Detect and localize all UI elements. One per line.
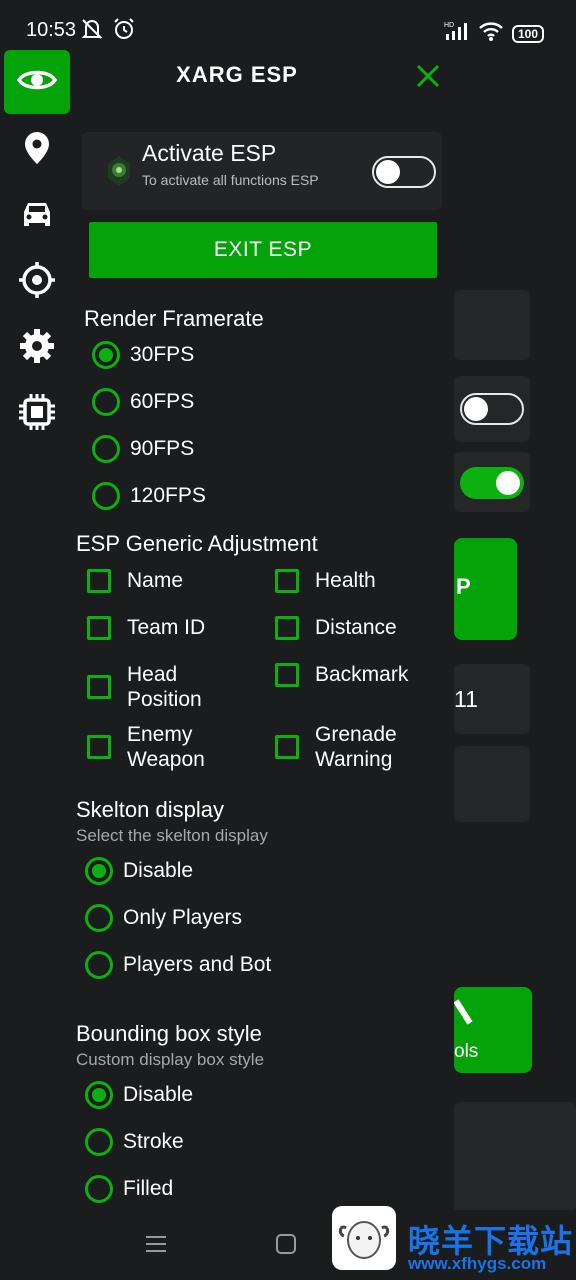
checkbox-grenade-warning[interactable]: Grenade Warning bbox=[275, 722, 415, 772]
exit-esp-button[interactable]: EXIT ESP bbox=[89, 222, 437, 278]
signal-icon: HD bbox=[444, 20, 470, 47]
mute-icon bbox=[80, 17, 104, 46]
bg-card bbox=[454, 746, 530, 822]
skelton-option-players-and-bot[interactable]: Players and Bot bbox=[85, 951, 271, 979]
esp-generic-title: ESP Generic Adjustment bbox=[76, 531, 318, 556]
fps-option-90[interactable]: 90FPS bbox=[92, 435, 194, 463]
menu-nav-button[interactable] bbox=[144, 1232, 168, 1261]
sheep-logo-icon bbox=[332, 1206, 396, 1270]
activate-esp-card: Activate ESP To activate all functions E… bbox=[82, 132, 442, 210]
battery-indicator: 100 bbox=[511, 24, 544, 43]
skelton-subtitle: Select the skelton display bbox=[76, 826, 268, 845]
checkbox-team-id[interactable]: Team ID bbox=[87, 615, 205, 640]
rail-esp[interactable] bbox=[4, 50, 70, 114]
home-nav-button[interactable] bbox=[274, 1232, 298, 1261]
box-option-stroke[interactable]: Stroke bbox=[85, 1128, 184, 1156]
bg-toggle-off bbox=[460, 393, 524, 425]
render-framerate-title: Render Framerate bbox=[84, 306, 264, 331]
activate-esp-toggle[interactable] bbox=[372, 156, 436, 188]
bg-tools-button: ols bbox=[454, 987, 532, 1073]
bg-card: 11 bbox=[454, 664, 530, 734]
status-time: 10:53 bbox=[26, 19, 77, 41]
background-app: P 11 ols bbox=[454, 290, 576, 1280]
skelton-option-disable[interactable]: Disable bbox=[85, 857, 193, 885]
bounding-box-title: Bounding box style bbox=[76, 1021, 262, 1046]
fps-option-120[interactable]: 120FPS bbox=[92, 482, 206, 510]
checkbox-name[interactable]: Name bbox=[87, 568, 183, 593]
close-button[interactable] bbox=[414, 62, 442, 90]
skelton-option-only-players[interactable]: Only Players bbox=[85, 904, 242, 932]
hd-label: HD bbox=[444, 22, 454, 29]
menu-icon bbox=[146, 1236, 166, 1252]
wifi-icon bbox=[478, 20, 504, 47]
bg-toggle-on bbox=[460, 467, 524, 499]
battery-level: 100 bbox=[517, 26, 538, 41]
bg-green-button: P bbox=[454, 538, 517, 640]
bg-card-number: 11 bbox=[454, 686, 478, 712]
checkbox-distance[interactable]: Distance bbox=[275, 615, 397, 640]
fps-option-60[interactable]: 60FPS bbox=[92, 388, 194, 416]
rail-location[interactable] bbox=[4, 118, 70, 182]
checkbox-health[interactable]: Health bbox=[275, 568, 376, 593]
bg-button-text: P bbox=[456, 574, 471, 599]
checkbox-head-position[interactable]: Head Position bbox=[87, 662, 227, 712]
bg-tools-text: ols bbox=[454, 1041, 479, 1062]
chip-icon bbox=[18, 393, 56, 436]
watermark: 晓羊下载站 www.xfhygs.com bbox=[330, 1202, 576, 1280]
checkbox-enemy-weapon[interactable]: Enemy Weapon bbox=[87, 722, 227, 772]
rail-settings[interactable] bbox=[4, 316, 70, 380]
home-icon bbox=[276, 1234, 296, 1254]
box-option-filled[interactable]: Filled bbox=[85, 1175, 173, 1203]
location-pin-icon bbox=[21, 130, 53, 171]
car-icon bbox=[19, 199, 55, 234]
bg-card bbox=[454, 1102, 576, 1212]
esp-logo-icon bbox=[104, 154, 134, 188]
esp-panel: XARG ESP Activate ESP To activate all fu… bbox=[72, 50, 454, 1210]
alarm-icon bbox=[112, 17, 136, 46]
skelton-title: Skelton display bbox=[76, 797, 224, 822]
checkbox-backmark[interactable]: Backmark bbox=[275, 662, 408, 687]
watermark-url: www.xfhygs.com bbox=[408, 1254, 547, 1273]
rail-aim[interactable] bbox=[4, 250, 70, 314]
rail-memory[interactable] bbox=[4, 382, 70, 446]
panel-title: XARG ESP bbox=[176, 62, 298, 87]
fps-option-30[interactable]: 30FPS bbox=[92, 341, 194, 369]
rail-vehicle[interactable] bbox=[4, 184, 70, 248]
activate-title: Activate ESP bbox=[142, 140, 277, 166]
bg-card bbox=[454, 290, 530, 360]
crosshair-icon bbox=[17, 260, 57, 305]
gear-icon bbox=[18, 327, 56, 370]
close-icon bbox=[416, 64, 440, 88]
activate-subtitle: To activate all functions ESP bbox=[142, 172, 319, 188]
eye-icon bbox=[16, 66, 58, 99]
bounding-box-subtitle: Custom display box style bbox=[76, 1050, 265, 1069]
box-option-disable[interactable]: Disable bbox=[85, 1081, 193, 1109]
